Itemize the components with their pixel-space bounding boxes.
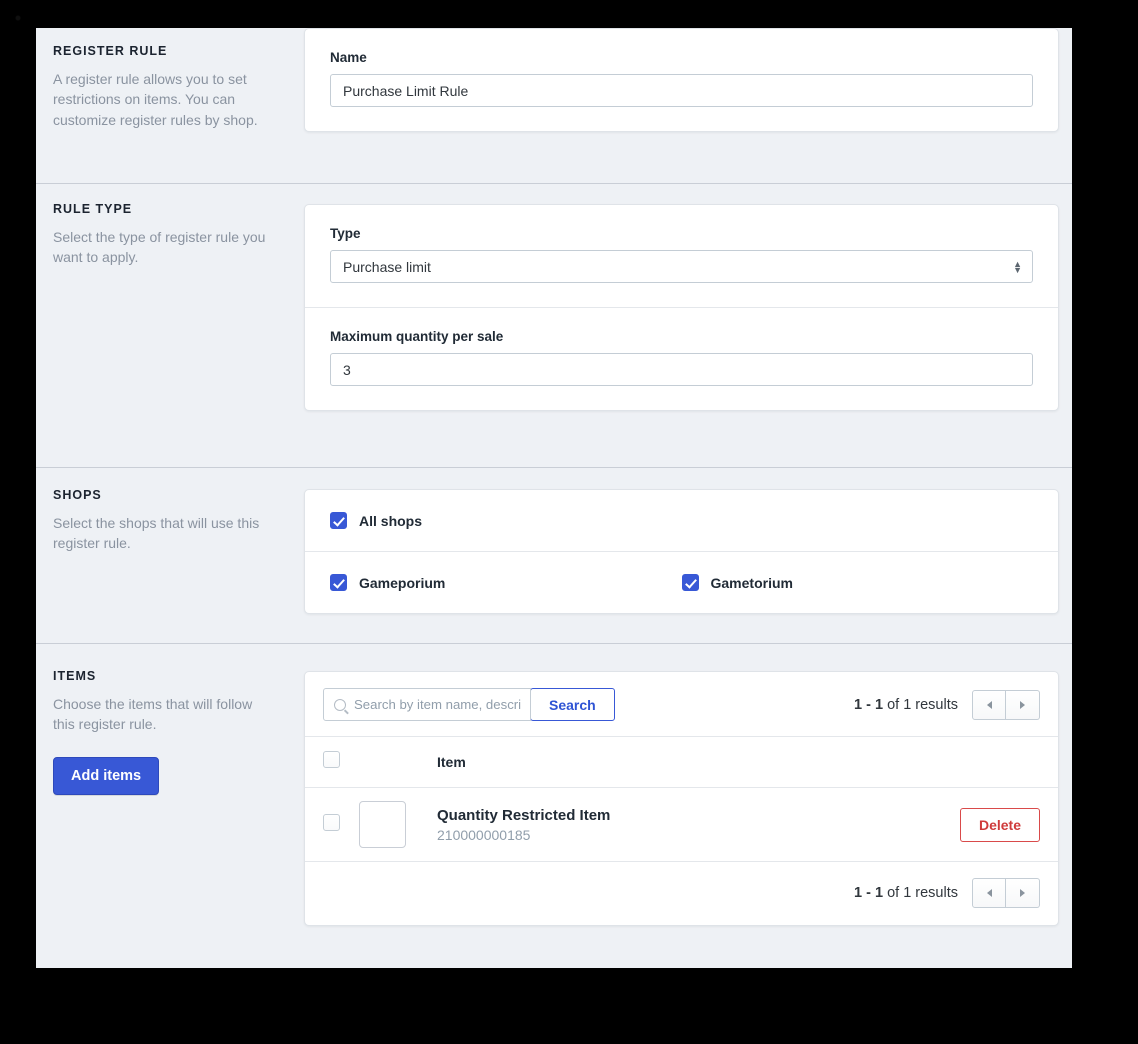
- register-rule-heading: REGISTER RULE: [53, 44, 168, 58]
- rule-type-main: Type ▲▼ Maximum quantity per sale: [304, 184, 1072, 467]
- items-table-footer: 1 - 1 of 1 results: [305, 862, 1058, 925]
- row-select-checkbox[interactable]: [323, 813, 340, 831]
- add-items-button[interactable]: Add items: [53, 756, 160, 795]
- section-rule-type: RULE TYPE Select the type of register ru…: [36, 184, 1072, 468]
- max-quantity-input[interactable]: [330, 353, 1033, 386]
- column-header-item: Item: [437, 754, 466, 770]
- items-main: Search 1 - 1 of 1 results: [304, 644, 1072, 944]
- name-card: Name: [304, 28, 1059, 132]
- shops-aside: SHOPS Select the shops that will use thi…: [36, 468, 304, 643]
- pagination-range-top: 1 - 1: [854, 696, 884, 713]
- pagination-text-bottom: 1 - 1 of 1 results: [854, 885, 958, 901]
- shops-heading: SHOPS: [53, 488, 102, 502]
- shop-checkbox-gameporium[interactable]: [330, 574, 347, 591]
- pagination-next-button-top[interactable]: [1006, 689, 1040, 720]
- delete-button[interactable]: Delete: [959, 807, 1040, 842]
- items-card: Search 1 - 1 of 1 results: [304, 671, 1059, 926]
- shops-card: All shops Gameporium Gametorium: [304, 489, 1059, 614]
- all-shops-label: All shops: [359, 512, 423, 529]
- register-rule-form-panel: REGISTER RULE A register rule allows you…: [36, 28, 1072, 968]
- pagination-prev-button-bottom[interactable]: [972, 878, 1006, 908]
- select-all-cell: [323, 751, 359, 773]
- screenshot-frame: REGISTER RULE A register rule allows you…: [0, 0, 1138, 1044]
- shop-label-gameporium: Gameporium: [359, 574, 446, 591]
- item-sku: 210000000185: [437, 826, 531, 843]
- shop-option-gametorium[interactable]: Gametorium: [681, 574, 1034, 591]
- table-row: Quantity Restricted Item 210000000185 De…: [305, 788, 1058, 862]
- items-description: Choose the items that will follow this r…: [53, 696, 253, 733]
- type-field-row: Type ▲▼: [305, 205, 1058, 307]
- pagination-text-top: 1 - 1 of 1 results: [854, 697, 958, 713]
- section-register-rule: REGISTER RULE A register rule allows you…: [36, 28, 1072, 184]
- section-shops: SHOPS Select the shops that will use thi…: [36, 468, 1072, 644]
- type-select-wrap: ▲▼: [330, 250, 1033, 283]
- pagination-buttons-bottom: [972, 878, 1040, 908]
- pagination-suffix-top: of 1 results: [883, 696, 958, 713]
- name-label: Name: [330, 50, 367, 65]
- chevron-left-icon: [986, 700, 992, 709]
- register-rule-main: Name: [304, 28, 1072, 183]
- pagination-buttons-top: [972, 689, 1040, 720]
- items-heading: ITEMS: [53, 669, 97, 683]
- items-toolbar: Search 1 - 1 of 1 results: [305, 672, 1058, 736]
- register-rule-description: A register rule allows you to set restri…: [53, 71, 258, 128]
- item-search-group: Search: [323, 688, 615, 721]
- items-table-header: Item: [305, 736, 1058, 788]
- shop-checkbox-gametorium[interactable]: [681, 574, 699, 591]
- max-qty-field-row: Maximum quantity per sale: [305, 307, 1058, 410]
- pagination-next-button-bottom[interactable]: [1006, 878, 1040, 908]
- rule-type-card: Type ▲▼ Maximum quantity per sale: [304, 204, 1059, 411]
- type-label: Type: [330, 226, 361, 241]
- search-icon: [334, 698, 346, 711]
- item-action-cell: Delete: [959, 807, 1040, 842]
- items-pagination-top: 1 - 1 of 1 results: [854, 689, 1040, 720]
- register-rule-aside: REGISTER RULE A register rule allows you…: [36, 28, 304, 183]
- chevron-left-icon: [986, 889, 992, 897]
- all-shops-checkbox[interactable]: [330, 512, 347, 529]
- name-field-row: Name: [305, 29, 1058, 131]
- select-all-checkbox[interactable]: [323, 751, 340, 768]
- shop-option-gameporium[interactable]: Gameporium: [330, 574, 682, 591]
- search-button[interactable]: Search: [530, 688, 615, 721]
- items-aside: ITEMS Choose the items that will follow …: [36, 644, 304, 944]
- chevron-right-icon: [1020, 889, 1025, 897]
- max-quantity-label: Maximum quantity per sale: [330, 329, 504, 344]
- section-items: ITEMS Choose the items that will follow …: [36, 644, 1072, 944]
- chevron-right-icon: [1020, 700, 1025, 709]
- shops-list-row: Gameporium Gametorium: [305, 551, 1058, 613]
- pagination-suffix-bottom: of 1 results: [883, 885, 958, 901]
- type-select[interactable]: [330, 250, 1033, 283]
- row-select-cell: [323, 813, 359, 836]
- shop-label-gametorium: Gametorium: [710, 574, 793, 591]
- shops-description: Select the shops that will use this regi…: [53, 515, 260, 552]
- all-shops-row[interactable]: All shops: [305, 490, 1058, 551]
- item-info-cell: Quantity Restricted Item 210000000185: [437, 807, 960, 843]
- shops-main: All shops Gameporium Gametorium: [304, 468, 1072, 643]
- pagination-prev-button-top[interactable]: [972, 689, 1006, 720]
- search-input[interactable]: [324, 689, 530, 720]
- rule-type-heading: RULE TYPE: [53, 202, 133, 216]
- item-thumbnail: [359, 801, 406, 848]
- name-input[interactable]: [330, 74, 1033, 107]
- rule-type-aside: RULE TYPE Select the type of register ru…: [36, 184, 304, 467]
- rule-type-description: Select the type of register rule you wan…: [53, 229, 266, 266]
- pagination-range-bottom: 1 - 1: [854, 885, 884, 901]
- item-thumbnail-cell: [359, 801, 437, 848]
- item-name: Quantity Restricted Item: [437, 806, 611, 824]
- item-search-box[interactable]: [323, 688, 531, 721]
- items-pagination-bottom: 1 - 1 of 1 results: [854, 878, 1040, 908]
